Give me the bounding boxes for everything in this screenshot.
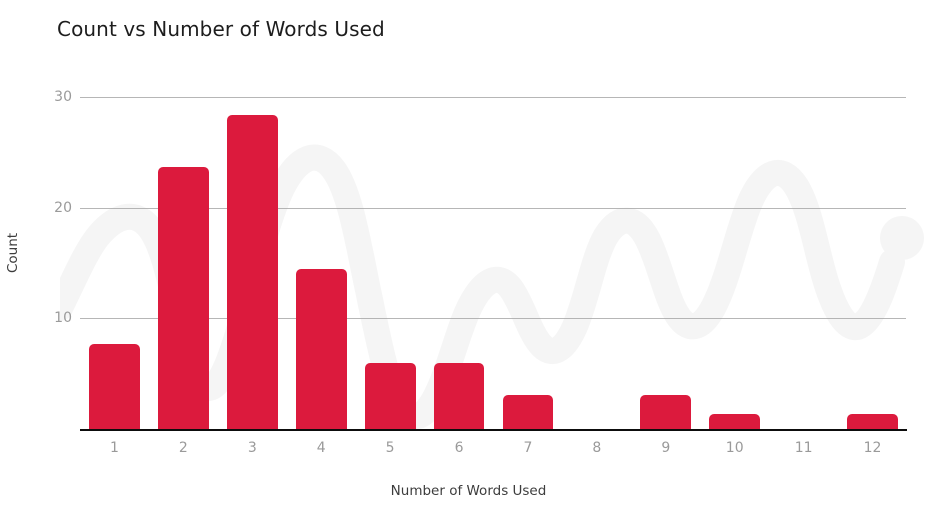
bar-slot [769, 90, 838, 429]
y-tick-label: 20 [54, 199, 72, 216]
x-tick-label: 2 [178, 440, 188, 456]
y-tick-label: 10 [54, 310, 72, 327]
bar[interactable] [640, 394, 692, 429]
x-axis-line [80, 429, 907, 431]
bar[interactable] [226, 114, 278, 429]
bars-layer [80, 90, 907, 429]
bar-slot [494, 90, 563, 429]
chart-container: Count vs Number of Words Used 10 20 30 123… [0, 0, 937, 518]
x-tick-label: 6 [454, 440, 464, 456]
bar-slot [218, 90, 287, 429]
bar[interactable] [433, 362, 485, 429]
x-tick-label: 4 [316, 440, 326, 456]
bar[interactable] [709, 413, 761, 429]
x-tick-label: 11 [794, 440, 813, 456]
bar-slot [149, 90, 218, 429]
x-tick-label: 5 [385, 440, 395, 456]
bar[interactable] [157, 166, 209, 429]
bar[interactable] [364, 362, 416, 429]
x-axis-ticks: 1 2 3 4 5 6 7 8 9 10 11 12 [80, 440, 907, 464]
x-tick-label: 8 [592, 440, 602, 456]
bar[interactable] [295, 268, 347, 429]
bar-slot [700, 90, 769, 429]
bar-slot [631, 90, 700, 429]
bar-slot [838, 90, 907, 429]
bar[interactable] [89, 343, 140, 429]
bar-slot [425, 90, 494, 429]
bar[interactable] [847, 413, 898, 429]
x-tick-label: 1 [109, 440, 119, 456]
x-axis-title: Number of Words Used [390, 483, 547, 499]
x-tick-label: 12 [863, 440, 882, 456]
bar-slot [562, 90, 631, 429]
bar-slot [356, 90, 425, 429]
bar-slot [80, 90, 149, 429]
chart-title: Count vs Number of Words Used [57, 17, 385, 41]
y-axis-title: Count [5, 232, 21, 274]
x-tick-label: 10 [725, 440, 744, 456]
x-tick-label: 9 [661, 440, 671, 456]
y-tick-label: 30 [54, 88, 72, 105]
x-tick-label: 3 [247, 440, 257, 456]
bar-slot [287, 90, 356, 429]
bar[interactable] [502, 394, 554, 429]
x-tick-label: 7 [523, 440, 533, 456]
